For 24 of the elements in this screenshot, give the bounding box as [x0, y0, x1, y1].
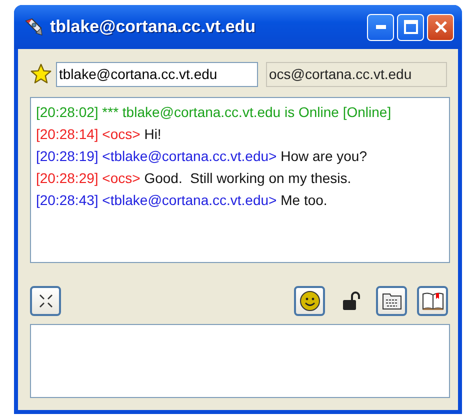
- smiley-button[interactable]: [294, 286, 325, 316]
- minimize-button[interactable]: [367, 14, 394, 40]
- remote-contact-field[interactable]: ocs@cortana.cc.vt.edu: [266, 62, 447, 86]
- window-title: tblake@cortana.cc.vt.edu: [50, 17, 257, 37]
- chat-message: [20:28:14] <ocs> Hi!: [36, 125, 162, 144]
- chat-message: [20:28:29] <ocs> Good. Still working on my thesis.: [36, 169, 352, 188]
- maximize-button[interactable]: [397, 14, 424, 40]
- chat-message: [20:28:43] <tblake@cortana.cc.vt.edu> Me too.: [36, 191, 328, 210]
- maximize-icon: [404, 20, 418, 34]
- collapse-icon: [38, 294, 52, 308]
- message-input[interactable]: [30, 324, 450, 398]
- book-icon: [422, 290, 444, 312]
- chat-message: [20:28:02] *** tblake@cortana.cc.vt.edu is Online [Online]: [36, 103, 392, 122]
- close-button[interactable]: [427, 14, 454, 40]
- smiley-icon: [298, 290, 320, 312]
- collapse-button[interactable]: [30, 286, 61, 316]
- close-icon: [434, 20, 448, 34]
- keyboard-button[interactable]: [376, 286, 407, 316]
- star-icon: [30, 63, 52, 85]
- book-button[interactable]: [417, 286, 448, 316]
- local-contact-field[interactable]: tblake@cortana.cc.vt.edu: [56, 62, 258, 86]
- rocket-icon: [24, 17, 44, 37]
- chat-message: [20:28:19] <tblake@cortana.cc.vt.edu> How are you?: [36, 147, 368, 166]
- minimize-icon: [376, 25, 386, 29]
